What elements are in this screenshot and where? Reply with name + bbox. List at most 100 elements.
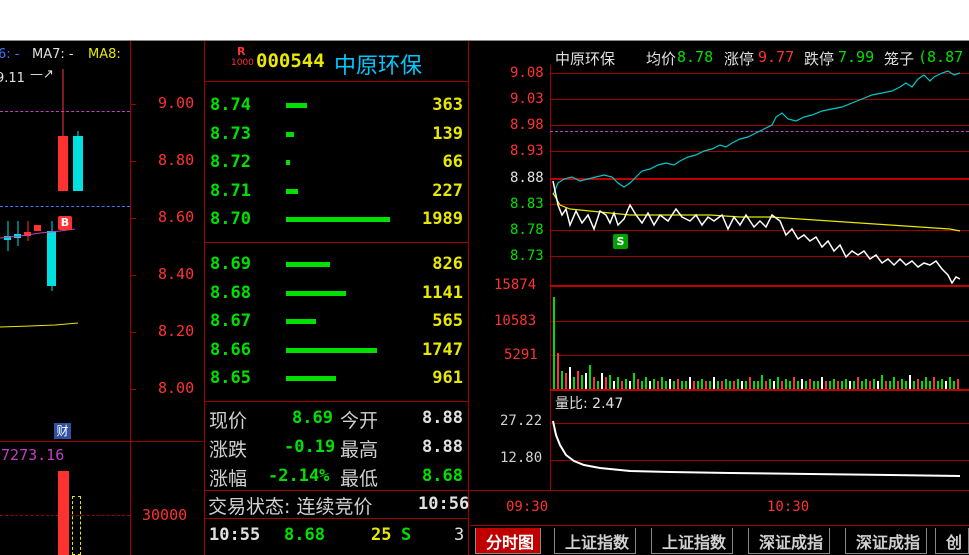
tab-intraday[interactable]: 分时图 xyxy=(475,528,542,554)
bottom-line xyxy=(470,525,969,526)
ask-row[interactable]: 8.74 363 xyxy=(204,91,469,119)
window-titlebar xyxy=(0,0,969,41)
kline-axis-line xyxy=(130,41,131,555)
bid-price: 8.65 xyxy=(210,368,251,388)
intraday-price-tick: 9.08 xyxy=(510,65,544,81)
ask-price: 8.74 xyxy=(210,95,251,115)
volume-tick: 15874 xyxy=(494,277,537,293)
ask-row[interactable]: 8.73 139 xyxy=(204,120,469,148)
tick-price: 8.68 xyxy=(284,525,325,545)
limit-up-value: 9.77 xyxy=(758,48,795,66)
low-price-label: 最低 xyxy=(340,468,379,490)
high-price-value: 8.88 xyxy=(422,437,463,457)
volume-tick: 10583 xyxy=(494,313,537,329)
ask-price: 8.71 xyxy=(210,181,251,201)
ask-volume-bar xyxy=(286,217,390,222)
intraday-panel[interactable]: 中原环保 均价 8.78 涨停 9.77 跌停 7.99 笼子 (8.87 9.… xyxy=(470,41,969,528)
tab-sz-index[interactable]: 深证成指 xyxy=(748,528,831,554)
sell-signal-marker: S xyxy=(613,234,628,249)
ask-volume-bar xyxy=(286,160,290,165)
tab-sh-index-2[interactable]: 上证指数 xyxy=(651,528,734,554)
intraday-price-tick: 8.88 xyxy=(510,170,544,186)
bid-volume-bar xyxy=(286,319,316,324)
cage-value: (8.87 xyxy=(918,48,964,66)
high-price-label: 最高 xyxy=(340,439,379,461)
chart-bottom-line xyxy=(470,490,969,491)
change-label: 涨跌 xyxy=(209,439,248,461)
now-price-value: 8.69 xyxy=(292,408,333,428)
stock-code[interactable]: 000544 xyxy=(256,50,325,72)
change-value: -0.19 xyxy=(284,437,336,457)
tick-mark xyxy=(130,332,136,333)
ask-row[interactable]: 8.72 66 xyxy=(204,148,469,176)
stock-flag-r: R xyxy=(237,45,246,58)
tick-count: 3 xyxy=(454,525,465,545)
ask-row[interactable]: 8.70 1989 xyxy=(204,205,469,233)
volume-tick: 5291 xyxy=(504,347,538,363)
volume-bar xyxy=(58,471,69,555)
quote-panel: R 1000 000544 中原环保 8.74 363 8.73 139 8.72 6… xyxy=(204,41,469,555)
status-divider xyxy=(204,490,469,491)
volume-value-label: 67273.16 xyxy=(0,446,65,464)
tab-sh-index[interactable]: 上证指数 xyxy=(554,528,637,554)
tick-volume: 25 xyxy=(371,525,392,545)
pct-change-value: -2.14% xyxy=(268,466,330,486)
ask-volume-bar xyxy=(286,132,294,137)
ratio-tick: 12.80 xyxy=(500,450,543,466)
volume-ratio-divider xyxy=(550,389,969,391)
bid-price: 8.67 xyxy=(210,311,251,331)
tick-time: 10:55 xyxy=(209,525,261,545)
avg-price-value: 8.78 xyxy=(677,48,714,66)
kline-panel[interactable]: 6: - MA7: - MA8: 9.11 —↗ B 财 9.00 8.80 8… xyxy=(0,41,203,555)
bid-volume: 1747 xyxy=(422,340,463,360)
quote-header-line xyxy=(204,81,469,82)
ask-bid-divider xyxy=(204,242,469,243)
pct-change-label: 涨幅 xyxy=(209,468,248,490)
volume-ratio-label: 量比: 2.47 xyxy=(555,396,624,412)
low-price-value: 8.68 xyxy=(422,466,463,486)
tab-chinext[interactable]: 创 xyxy=(935,528,969,554)
ask-price: 8.72 xyxy=(210,152,251,172)
bid-price: 8.68 xyxy=(210,283,251,303)
kline-price-tick: 8.40 xyxy=(158,265,195,283)
limit-down-value: 7.99 xyxy=(838,48,875,66)
bid-row[interactable]: 8.68 1141 xyxy=(204,279,469,307)
ask-volume-bar xyxy=(286,189,298,194)
bid-row[interactable]: 8.67 565 xyxy=(204,307,469,335)
bid-row[interactable]: 8.65 961 xyxy=(204,364,469,392)
tick-mark xyxy=(130,161,136,162)
bid-volume: 565 xyxy=(432,311,463,331)
bid-price: 8.69 xyxy=(210,254,251,274)
tick-side: S xyxy=(401,525,412,545)
trade-status-time: 10:56 xyxy=(418,494,470,514)
kline-price-tick: 8.00 xyxy=(158,379,195,397)
bid-volume: 826 xyxy=(432,254,463,274)
tick-mark xyxy=(130,218,136,219)
tab-sz-index-2[interactable]: 深证成指 xyxy=(845,528,928,554)
stock-name[interactable]: 中原环保 xyxy=(334,48,422,80)
ask-row[interactable]: 8.71 227 xyxy=(204,177,469,205)
bid-volume-bar xyxy=(286,291,346,296)
bid-row[interactable]: 8.69 826 xyxy=(204,250,469,278)
bottom-tab-bar: 分时图 上证指数 上证指数 深证成指 深证成指 创 xyxy=(470,528,969,555)
tick-mark xyxy=(130,389,136,390)
ask-price: 8.70 xyxy=(210,209,251,229)
volume-ratio-line xyxy=(552,420,961,477)
time-tick: 09:30 xyxy=(506,499,549,515)
kline-price-tick: 9.00 xyxy=(158,94,195,112)
tick-divider xyxy=(204,518,469,519)
bid-row[interactable]: 8.66 1747 xyxy=(204,336,469,364)
ask-price: 8.73 xyxy=(210,124,251,144)
open-price-value: 8.88 xyxy=(422,408,463,428)
intraday-volume-bars xyxy=(553,297,959,389)
intraday-price-tick: 8.98 xyxy=(510,117,544,133)
ask-volume-bar xyxy=(286,103,307,108)
finance-event-marker[interactable]: 财 xyxy=(54,423,71,439)
bid-volume-bar xyxy=(286,262,330,267)
tick-mark xyxy=(130,104,136,105)
ask-volume: 363 xyxy=(432,95,463,115)
stock-flag-1000: 1000 xyxy=(231,58,254,68)
bid-volume: 961 xyxy=(432,368,463,388)
bid-volume-bar xyxy=(286,348,377,353)
intraday-price-tick: 8.93 xyxy=(510,143,544,159)
